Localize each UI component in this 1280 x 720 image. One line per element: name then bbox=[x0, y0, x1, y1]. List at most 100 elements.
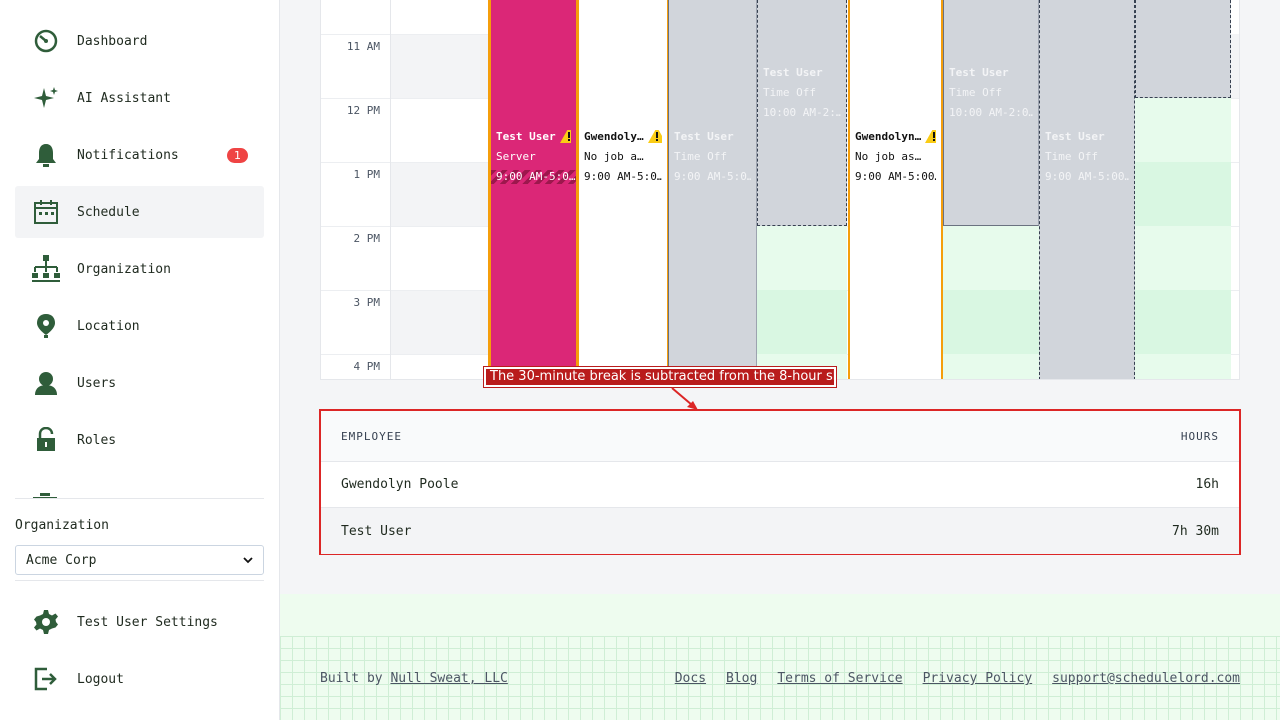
event-title: Test User bbox=[949, 66, 1009, 79]
org-chart-icon bbox=[31, 254, 61, 284]
employee-name: Gwendolyn Poole bbox=[341, 477, 459, 492]
event-type: Time Off bbox=[1045, 150, 1098, 163]
event-title: Test User bbox=[674, 130, 734, 143]
organization-select[interactable]: Acme Corp bbox=[15, 545, 264, 575]
employee-hours: 7h 30m bbox=[1172, 523, 1219, 539]
logout-icon bbox=[31, 664, 61, 694]
time-label: 4 PM bbox=[353, 360, 381, 373]
sidebar-item-ai-assistant[interactable]: AI Assistant bbox=[15, 72, 264, 124]
organization-label: Organization bbox=[15, 518, 109, 533]
footer-links: Docs Blog Terms of Service Privacy Polic… bbox=[675, 671, 1240, 686]
event-title: Test User bbox=[1045, 130, 1105, 143]
support-email-link[interactable]: support@schedulelord.com bbox=[1052, 671, 1240, 686]
time-row bbox=[391, 162, 488, 226]
column-header-employee: EMPLOYEE bbox=[341, 429, 402, 443]
footer-credit: Built by Null Sweat, LLC bbox=[320, 671, 508, 686]
sidebar-item-label: Users bbox=[77, 375, 117, 391]
available-slot[interactable] bbox=[1135, 162, 1231, 226]
warning-icon bbox=[925, 130, 936, 144]
footer: Built by Null Sweat, LLC Docs Blog Terms… bbox=[280, 636, 1280, 720]
time-off-event[interactable]: Test User Time Off 9:00 AM-5:00… bbox=[1039, 0, 1135, 379]
available-slot[interactable] bbox=[757, 290, 847, 354]
sidebar-item-schedule[interactable]: Schedule bbox=[15, 186, 264, 238]
event-title: Gwendoly… bbox=[584, 130, 644, 143]
time-off-event[interactable] bbox=[1135, 0, 1231, 98]
sidebar-item-roles[interactable]: Roles bbox=[15, 414, 264, 466]
time-off-event[interactable]: Test User Time Off 9:00 AM-5:0… bbox=[668, 0, 757, 379]
logout-link[interactable]: Logout bbox=[15, 653, 264, 705]
available-slot[interactable] bbox=[943, 290, 1039, 354]
sidebar-item-label: Schedule bbox=[77, 204, 140, 220]
event-time: 9:00 AM-5:0… bbox=[491, 170, 576, 184]
terms-link[interactable]: Terms of Service bbox=[777, 671, 902, 686]
sidebar-item-label: Roles bbox=[77, 432, 117, 448]
privacy-link[interactable]: Privacy Policy bbox=[923, 671, 1033, 686]
sidebar-divider bbox=[15, 580, 264, 581]
shift-event[interactable]: Gwendoly… No job a… 9:00 AM-5:0… bbox=[579, 0, 669, 379]
sidebar-item-label: Location bbox=[77, 318, 140, 334]
sidebar-divider bbox=[15, 498, 264, 499]
employee-hours: 16h bbox=[1195, 477, 1219, 492]
event-time: 9:00 AM-5:00… bbox=[1045, 170, 1129, 183]
time-label: 3 PM bbox=[353, 296, 381, 309]
event-time: 10:00 AM-2:… bbox=[763, 106, 841, 119]
sidebar-nav: Dashboard AI Assistant Notifications 1 S… bbox=[15, 15, 264, 471]
sidebar-item-label: Dashboard bbox=[77, 33, 148, 49]
event-type: Time Off bbox=[674, 150, 727, 163]
sidebar-item-label: AI Assistant bbox=[77, 90, 171, 106]
event-time: 9:00 AM-5:0… bbox=[584, 170, 662, 183]
time-off-event[interactable]: Test User Time Off 10:00 AM-2:0… bbox=[943, 0, 1039, 226]
employee-name: Test User bbox=[341, 523, 412, 539]
event-type: Time Off bbox=[763, 86, 816, 99]
sidebar-item-dashboard[interactable]: Dashboard bbox=[15, 15, 264, 67]
settings-label: Test User Settings bbox=[77, 614, 218, 630]
gear-icon bbox=[31, 607, 61, 637]
bell-icon bbox=[31, 140, 61, 170]
warning-icon bbox=[559, 130, 571, 144]
time-column: 11 AM 12 PM 1 PM 2 PM 3 PM 4 PM bbox=[321, 0, 391, 379]
blog-link[interactable]: Blog bbox=[726, 671, 757, 686]
table-header-row: EMPLOYEE HOURS bbox=[321, 411, 1239, 462]
warning-icon bbox=[647, 130, 662, 144]
week-schedule-calendar: 11 AM 12 PM 1 PM 2 PM 3 PM 4 PM Test Use… bbox=[320, 0, 1240, 380]
time-off-event[interactable]: Test User Time Off 10:00 AM-2:… bbox=[757, 0, 847, 226]
docs-link[interactable]: Docs bbox=[675, 671, 706, 686]
shift-event[interactable]: Gwendolyn… No job as… 9:00 AM-5:00… bbox=[848, 0, 943, 379]
sidebar-item-label: Notifications bbox=[77, 147, 179, 163]
time-label: 1 PM bbox=[353, 168, 381, 181]
shift-event[interactable]: Test User Server 9:00 AM-5:0… bbox=[488, 0, 579, 379]
sidebar-item-label: Organization bbox=[77, 261, 171, 277]
sidebar-item-location[interactable]: Location bbox=[15, 300, 264, 352]
hours-summary-table: EMPLOYEE HOURS Gwendolyn Poole 16h Test … bbox=[319, 409, 1241, 555]
column-header-hours: HOURS bbox=[1180, 429, 1219, 443]
time-label: 2 PM bbox=[353, 232, 381, 245]
sidebar-item-users[interactable]: Users bbox=[15, 357, 264, 409]
event-title: Test User bbox=[763, 66, 823, 79]
sidebar-item-notifications[interactable]: Notifications 1 bbox=[15, 129, 264, 181]
sparkle-icon bbox=[31, 83, 61, 113]
time-row bbox=[1231, 34, 1239, 98]
sidebar-bottom-nav: Test User Settings Logout bbox=[15, 596, 264, 710]
event-time: 9:00 AM-5:0… bbox=[674, 170, 751, 183]
event-title: Test User bbox=[496, 130, 556, 143]
settings-link[interactable]: Test User Settings bbox=[15, 596, 264, 648]
map-pin-icon bbox=[31, 311, 61, 341]
sidebar: Dashboard AI Assistant Notifications 1 S… bbox=[0, 0, 280, 720]
user-icon bbox=[31, 368, 61, 398]
built-by-text: Built by bbox=[320, 671, 383, 686]
notification-count-badge: 1 bbox=[227, 147, 248, 163]
table-row: Gwendolyn Poole 16h bbox=[321, 462, 1239, 508]
event-job: No job as… bbox=[855, 150, 922, 163]
company-link[interactable]: Null Sweat, LLC bbox=[390, 671, 507, 686]
event-job: No job a… bbox=[584, 150, 644, 163]
available-slot[interactable] bbox=[1135, 290, 1231, 354]
logout-label: Logout bbox=[77, 671, 124, 687]
event-title: Gwendolyn… bbox=[855, 130, 922, 143]
footer-band bbox=[280, 594, 1280, 636]
calendar-icon bbox=[31, 197, 61, 227]
event-time: 9:00 AM-5:00… bbox=[855, 170, 936, 183]
time-row bbox=[391, 34, 488, 98]
sidebar-item-organization[interactable]: Organization bbox=[15, 243, 264, 295]
scrolled-nav-icon-peek bbox=[33, 487, 57, 498]
annotation-callout: The 30-minute break is subtracted from t… bbox=[483, 366, 837, 388]
